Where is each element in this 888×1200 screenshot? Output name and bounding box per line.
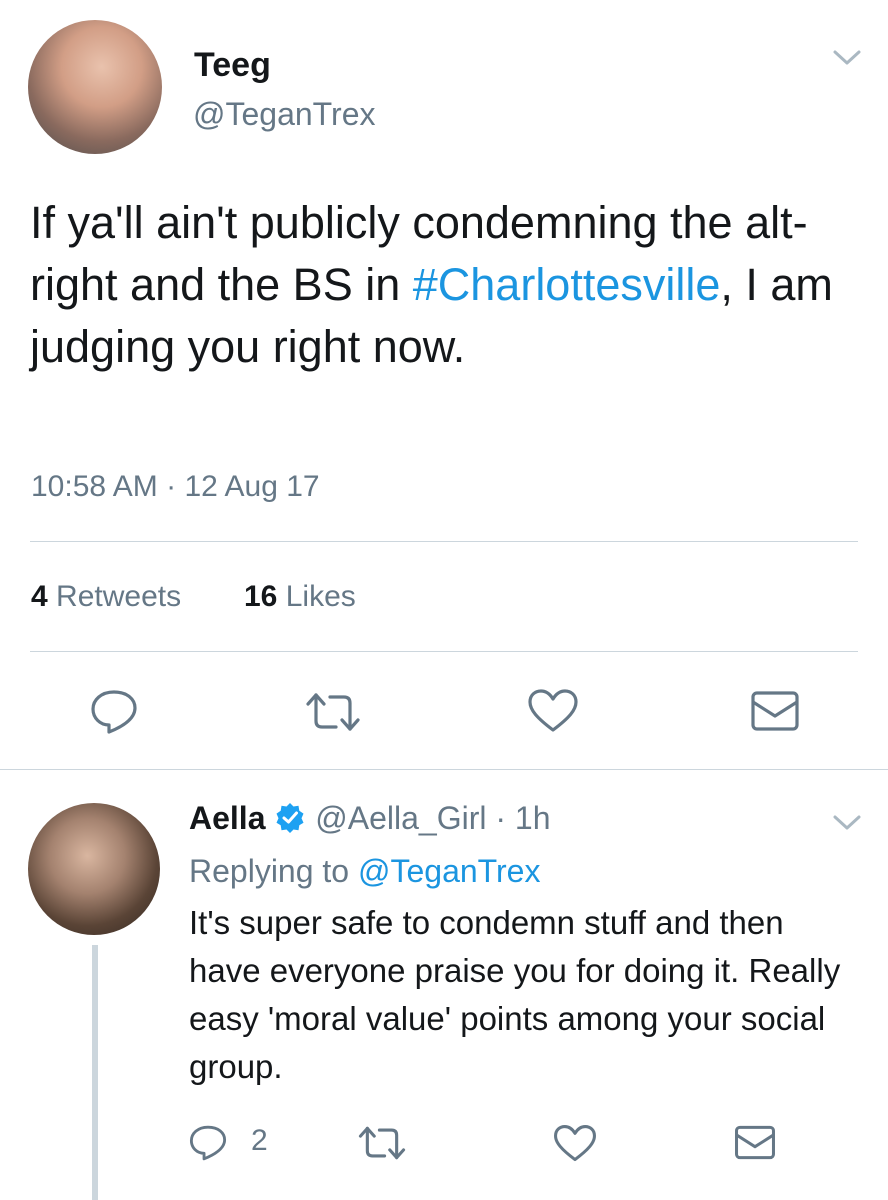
retweet-icon[interactable] xyxy=(357,1124,407,1162)
tweet-timestamp[interactable]: 10:58 AM · 12 Aug 17 xyxy=(31,470,320,504)
divider xyxy=(30,541,858,542)
reply-text: It's super safe to condemn stuff and the… xyxy=(189,904,841,1085)
tweet-text: If ya'll ain't publicly condemning the a… xyxy=(30,192,860,378)
chevron-down-icon[interactable] xyxy=(832,813,862,833)
reply-display-name[interactable]: Aella xyxy=(189,800,265,836)
divider xyxy=(0,769,888,770)
envelope-icon[interactable] xyxy=(750,689,800,733)
retweet-stats[interactable]: 4 Retweets xyxy=(31,580,181,614)
heart-icon[interactable] xyxy=(527,688,579,734)
replying-to: Replying to @TeganTrex xyxy=(189,853,540,890)
reply-icon[interactable] xyxy=(188,1124,228,1162)
replying-to-link[interactable]: @TeganTrex xyxy=(358,853,540,889)
chevron-down-icon[interactable] xyxy=(832,48,862,68)
reply-separator: · xyxy=(495,800,507,836)
reply-header: Aella @Aella_Girl · 1h xyxy=(189,800,551,841)
avatar-teeg[interactable] xyxy=(28,20,162,154)
retweet-icon[interactable] xyxy=(304,690,362,734)
timestamp-separator: · xyxy=(166,470,177,503)
reply-handle[interactable]: @Aella_Girl xyxy=(315,800,486,836)
handle[interactable]: @TeganTrex xyxy=(193,96,375,133)
replying-prefix: Replying to xyxy=(189,853,350,889)
reply-icon[interactable] xyxy=(89,688,139,736)
tweet-date: 12 Aug 17 xyxy=(184,470,320,503)
retweet-label: Retweets xyxy=(56,580,182,613)
envelope-icon[interactable] xyxy=(734,1124,776,1161)
like-stats[interactable]: 16 Likes xyxy=(244,580,356,614)
reply-age[interactable]: 1h xyxy=(515,800,551,836)
divider xyxy=(30,651,858,652)
hashtag-link[interactable]: #Charlottesville xyxy=(413,259,721,310)
like-count: 16 xyxy=(244,580,278,613)
thread-line xyxy=(92,945,98,1200)
display-name[interactable]: Teeg xyxy=(194,46,271,85)
reply-count: 2 xyxy=(251,1124,268,1157)
retweet-count: 4 xyxy=(31,580,48,613)
like-label: Likes xyxy=(285,580,356,613)
heart-icon[interactable] xyxy=(553,1124,597,1163)
avatar-aella[interactable] xyxy=(28,803,160,935)
tweet-time: 10:58 AM xyxy=(31,470,158,503)
verified-badge-icon xyxy=(274,801,306,841)
